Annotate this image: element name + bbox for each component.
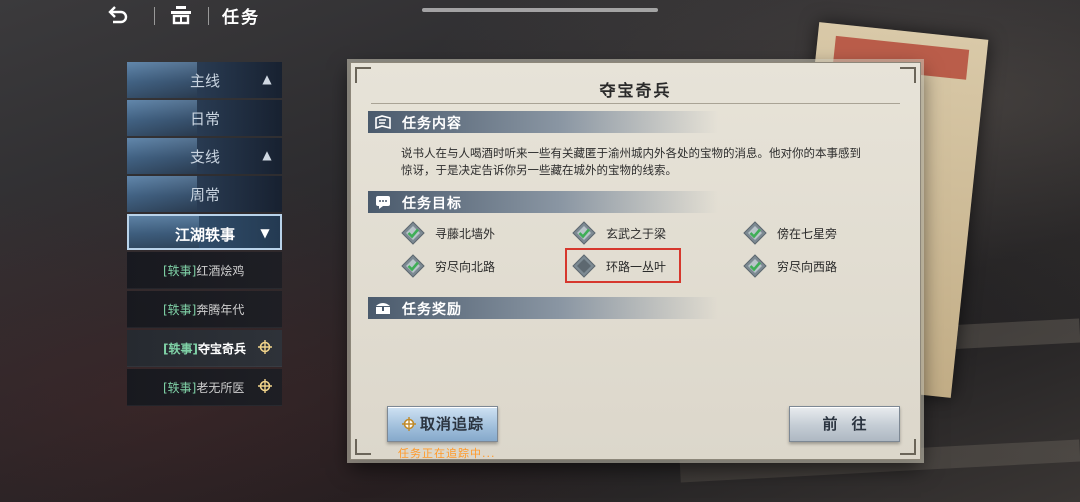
check-diamond-icon xyxy=(572,221,596,245)
category-daily[interactable]: 日常 xyxy=(127,100,282,136)
chat-icon xyxy=(376,196,390,209)
page-title: 任务 xyxy=(222,8,260,28)
objective-label: 穷尽向北路 xyxy=(435,260,496,274)
scroll-icon xyxy=(375,115,391,130)
cancel-tracking-button[interactable]: 取消追踪 xyxy=(387,406,498,442)
highlight-box xyxy=(565,248,681,283)
category-label: 主线 xyxy=(190,72,221,90)
divider xyxy=(371,103,900,104)
category-label: 周常 xyxy=(190,186,221,204)
category-label: 支线 xyxy=(190,148,221,166)
quest-description: 说书人在与人喝酒时听来一些有关藏匿于渝州城内外各处的宝物的消息。他对你的本事感到… xyxy=(401,146,861,177)
section-label: 任务目标 xyxy=(402,196,462,212)
objective-label: 穷尽向西路 xyxy=(777,260,838,274)
objective-label: 傍在七星旁 xyxy=(777,227,838,241)
category-label: 日常 xyxy=(190,110,221,128)
back-arrow-icon xyxy=(108,6,128,24)
category-weekly[interactable]: 周常 xyxy=(127,176,282,212)
objective-label: 玄武之于梁 xyxy=(606,227,667,241)
quest-item-label: [轶事]红酒烩鸡 xyxy=(163,264,245,278)
cancel-tracking-label: 取消追踪 xyxy=(420,415,485,433)
go-button[interactable]: 前往 xyxy=(789,406,900,442)
quest-item-label: [轶事]老无所医 xyxy=(163,381,245,395)
category-anecdotes[interactable]: 江湖轶事 ▼ xyxy=(127,214,282,250)
section-header-rewards: 任务奖励 xyxy=(368,297,718,319)
quest-item-selected[interactable]: [轶事]夺宝奇兵 xyxy=(127,330,282,367)
home-button[interactable] xyxy=(168,4,194,28)
section-label: 任务内容 xyxy=(402,116,462,132)
chevron-up-icon: ▲ xyxy=(262,148,272,162)
top-bar: 任务 xyxy=(0,0,1080,32)
section-header-goals: 任务目标 xyxy=(368,191,718,213)
tracking-crosshair-icon xyxy=(258,340,272,354)
check-diamond-icon xyxy=(401,221,425,245)
frame-corner xyxy=(900,439,916,455)
quest-item[interactable]: [轶事]红酒烩鸡 xyxy=(127,252,282,289)
chevron-up-icon: ▲ xyxy=(262,72,272,86)
category-side[interactable]: 支线 ▲ xyxy=(127,138,282,174)
frame-corner xyxy=(355,439,371,455)
separator xyxy=(208,7,209,25)
quest-item-label: [轶事]奔腾年代 xyxy=(163,303,245,317)
task-category-sidebar: 主线 ▲ 日常 支线 ▲ 周常 江湖轶事 ▼ [轶事]红酒烩鸡 [轶事]奔腾年代… xyxy=(127,62,282,406)
treasure-chest-icon xyxy=(376,303,390,314)
check-diamond-icon xyxy=(743,254,767,278)
handle-bar[interactable] xyxy=(422,8,658,12)
tracking-crosshair-icon xyxy=(258,379,272,393)
quest-detail-panel: 夺宝奇兵 任务内容 说书人在与人喝酒时听来一些有关藏匿于渝州城内外各处的宝物的消… xyxy=(350,62,921,460)
section-label: 任务奖励 xyxy=(402,302,462,318)
quest-title: 夺宝奇兵 xyxy=(599,81,672,100)
chevron-down-icon: ▼ xyxy=(260,226,270,240)
tracking-crosshair-icon xyxy=(402,417,416,431)
tracking-status-text: 任务正在追踪中... xyxy=(398,447,496,460)
check-diamond-icon xyxy=(743,221,767,245)
section-header-content: 任务内容 xyxy=(368,111,718,133)
separator xyxy=(154,7,155,25)
home-icon xyxy=(171,6,191,25)
quest-item-label: [轶事]夺宝奇兵 xyxy=(163,342,246,356)
category-label: 江湖轶事 xyxy=(175,226,236,244)
back-button[interactable] xyxy=(104,4,132,28)
objective-label: 寻藤北墙外 xyxy=(435,227,496,241)
check-diamond-icon xyxy=(401,254,425,278)
quest-item[interactable]: [轶事]奔腾年代 xyxy=(127,291,282,328)
quest-item[interactable]: [轶事]老无所医 xyxy=(127,369,282,406)
category-main[interactable]: 主线 ▲ xyxy=(127,62,282,98)
